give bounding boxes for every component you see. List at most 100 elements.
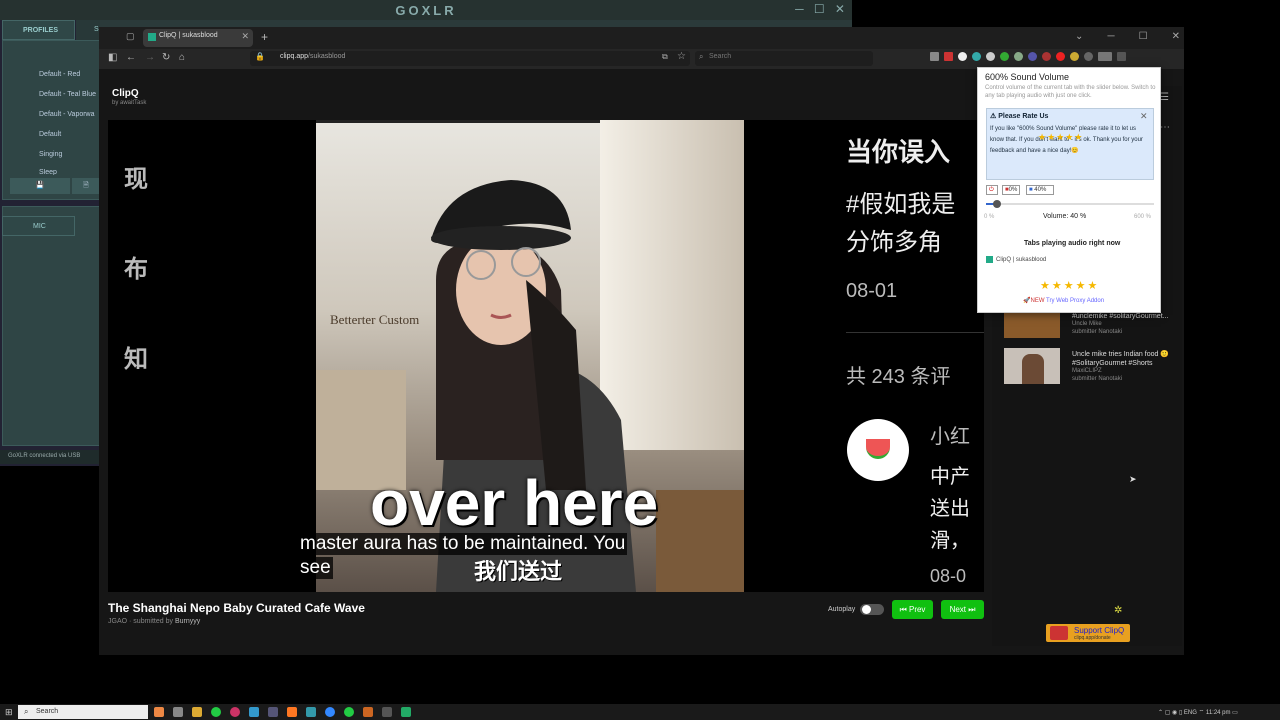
app-icon[interactable] xyxy=(344,707,354,717)
video-text: 分饰多角 xyxy=(846,229,942,256)
app-icon[interactable] xyxy=(382,707,392,717)
extensions-puzzle-icon[interactable] xyxy=(1084,52,1093,61)
taskbar-search-input[interactable]: Search xyxy=(18,705,148,719)
url-text[interactable]: clipq.app/sukasblood xyxy=(280,53,345,60)
app-icon[interactable] xyxy=(363,707,373,717)
tab-s[interactable]: S xyxy=(76,20,100,40)
power-icon[interactable]: ⏻ xyxy=(986,185,998,195)
close-icon[interactable]: ✕ xyxy=(1172,31,1180,42)
channel-name[interactable]: JGAO xyxy=(108,618,127,625)
caption-line: master aura has to be maintained. You xyxy=(298,533,628,555)
minimize-icon[interactable]: ─ xyxy=(795,2,804,18)
minimize-icon[interactable]: ─ xyxy=(1107,31,1114,42)
close-icon[interactable]: ✕ xyxy=(835,2,845,18)
profile-item[interactable]: Singing xyxy=(39,151,62,158)
notification-icon[interactable]: ▭ xyxy=(1232,710,1238,716)
maximize-icon[interactable]: ☐ xyxy=(1139,31,1148,42)
settings-sliders-icon[interactable]: ☰ xyxy=(1160,92,1169,103)
queue-thumbnail xyxy=(1004,348,1060,384)
tray-chevron-icon[interactable]: ⌃ xyxy=(1158,710,1163,716)
library-icon[interactable] xyxy=(930,52,939,61)
tabs-playing-heading: Tabs playing audio right now xyxy=(1024,240,1121,247)
queue-item-title: #unclemike #solitaryGourmet... xyxy=(1072,313,1169,320)
extension-icon[interactable] xyxy=(958,52,967,61)
volume-slider-track[interactable] xyxy=(986,203,1154,205)
extension-icon[interactable] xyxy=(1056,52,1065,61)
tab-profiles[interactable]: PROFILES xyxy=(2,20,75,40)
autoplay-toggle-knob[interactable] xyxy=(862,605,871,614)
preset-40-button[interactable]: ■ 40% xyxy=(1026,185,1054,195)
proxy-addon-link[interactable]: 🚀NEW Try Web Proxy Addon xyxy=(1023,297,1104,304)
extension-icon[interactable] xyxy=(1042,52,1051,61)
audio-tab-entry[interactable]: ClipQ | sukasblood xyxy=(986,256,1046,263)
extension-icon[interactable] xyxy=(972,52,981,61)
save-profile-button[interactable]: 💾 xyxy=(10,178,70,194)
sparkle-icon: ✲ xyxy=(1114,605,1123,616)
extension-icon[interactable] xyxy=(1014,52,1023,61)
app-icon[interactable] xyxy=(173,707,183,717)
maximize-icon[interactable]: ☐ xyxy=(814,2,825,18)
tab-list-icon[interactable]: ▢ xyxy=(126,31,135,42)
chevron-down-icon[interactable]: ⌄ xyxy=(1075,31,1083,42)
rate-stars[interactable]: ★★★★★ xyxy=(1038,132,1083,143)
mic-panel xyxy=(2,206,100,446)
submitter-name[interactable]: Burnyyy xyxy=(175,618,200,625)
extension-icon[interactable] xyxy=(1070,52,1079,61)
clock[interactable]: 11:24 pm xyxy=(1206,710,1231,716)
browser-search-input[interactable]: Search xyxy=(695,51,873,66)
more-options-icon[interactable]: ⋯ xyxy=(1160,122,1170,133)
queue-item[interactable]: Uncle mike tries Indian food 🙂 #Solitary… xyxy=(1004,348,1179,384)
clipq-logo[interactable]: ClipQ xyxy=(112,88,139,99)
steam-icon[interactable] xyxy=(268,707,278,717)
browser-tab[interactable]: ClipQ | sukasblood ✕ xyxy=(143,29,253,47)
reload-icon[interactable]: ↻ xyxy=(162,52,170,63)
app-icon[interactable] xyxy=(249,707,259,717)
extension-icon[interactable] xyxy=(1000,52,1009,61)
back-icon[interactable]: ← xyxy=(126,52,136,63)
video-text: #假如我是 xyxy=(846,191,956,218)
folder-icon[interactable] xyxy=(192,707,202,717)
extension-icon[interactable] xyxy=(1028,52,1037,61)
app-icon[interactable] xyxy=(325,707,335,717)
sound-volume-extension-icon[interactable] xyxy=(1098,52,1112,61)
home-icon[interactable]: ⌂ xyxy=(179,52,185,63)
goxlr-taskbar-icon[interactable] xyxy=(401,707,411,717)
network-icon[interactable]: ⌔ xyxy=(1199,710,1205,716)
queue-item[interactable]: #unclemike #solitaryGourmet... Uncle Mik… xyxy=(1004,310,1179,346)
tray-icons[interactable]: ▢ ◉ ▯ xyxy=(1165,710,1183,716)
language-indicator[interactable]: ENG xyxy=(1184,710,1197,716)
goxlr-window-controls[interactable]: ─ ☐ ✕ xyxy=(790,2,850,18)
next-button[interactable]: Next ⏭ xyxy=(941,600,984,619)
profile-item[interactable]: Default xyxy=(39,131,61,138)
windows-start-icon[interactable]: ⊞ xyxy=(5,707,13,718)
app-icon[interactable] xyxy=(230,707,240,717)
sidebar-icon[interactable]: ◧ xyxy=(108,52,117,63)
profile-item[interactable]: Default - Vaporwa xyxy=(39,111,95,118)
bookmark-star-icon[interactable]: ☆ xyxy=(677,51,686,62)
translate-icon[interactable]: ⧉ xyxy=(662,52,668,62)
firefox-icon[interactable] xyxy=(287,707,297,717)
popup-rating-stars[interactable]: ★★★★★ xyxy=(1040,279,1099,292)
new-tab-icon[interactable]: + xyxy=(261,30,268,44)
profile-item[interactable]: Sleep xyxy=(39,169,57,175)
forward-icon[interactable]: → xyxy=(145,52,155,63)
app-icon[interactable] xyxy=(154,707,164,717)
video-text: 滑， xyxy=(930,530,970,552)
save-as-button[interactable]: 🗎 xyxy=(72,178,100,194)
close-icon[interactable]: ✕ xyxy=(1140,111,1148,122)
extension-icon[interactable] xyxy=(986,52,995,61)
video-right-panel: 当你误入 #假如我是 分饰多角 08-01 共 243 条评 小红 中产 送出 … xyxy=(820,120,984,592)
prev-button[interactable]: ⏮ Prev xyxy=(892,600,933,619)
profile-item[interactable]: Default - Red xyxy=(39,71,80,78)
lock-icon[interactable]: 🔒 xyxy=(255,52,265,61)
extension-icon[interactable] xyxy=(944,52,953,61)
close-tab-icon[interactable]: ✕ xyxy=(241,31,249,42)
app-icon[interactable] xyxy=(306,707,316,717)
spotify-icon[interactable] xyxy=(211,707,221,717)
video-text: 现 xyxy=(124,166,148,193)
profile-item[interactable]: Default - Teal Blue xyxy=(39,91,96,98)
tab-mic[interactable]: MIC xyxy=(2,216,75,236)
menu-icon[interactable] xyxy=(1117,52,1126,61)
mute-preset-button[interactable]: ■0% xyxy=(1002,185,1020,195)
slider-min-label: 0 % xyxy=(984,214,995,220)
